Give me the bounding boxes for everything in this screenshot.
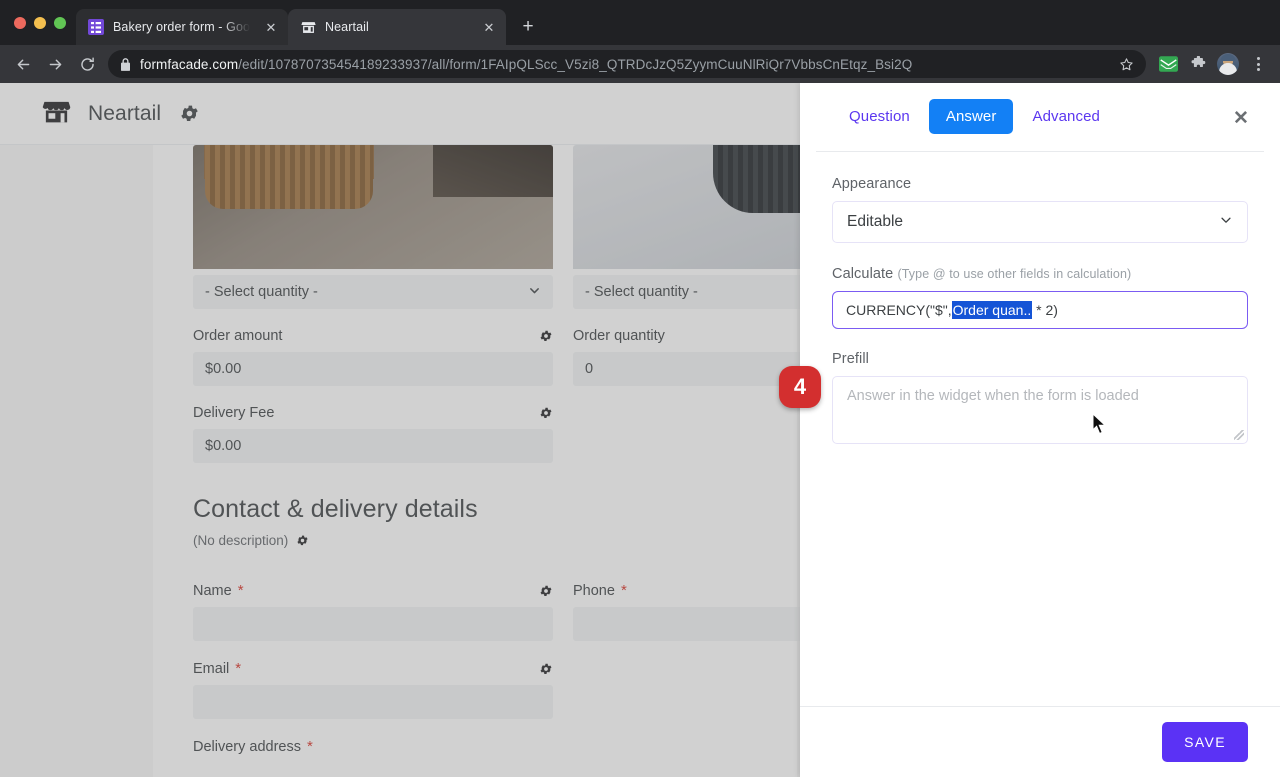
- tab-advanced[interactable]: Advanced: [1015, 99, 1117, 134]
- panel-body: Appearance Editable Calculate (Type @ to…: [800, 152, 1280, 706]
- appearance-value: Editable: [847, 213, 904, 230]
- resize-handle-icon[interactable]: [1234, 430, 1244, 440]
- calculate-expression-prefix: CURRENCY("$",: [846, 302, 952, 318]
- tab-title: Bakery order form - Google For: [113, 20, 253, 34]
- url-path: /edit/107870735454189233937/all/form/1FA…: [238, 56, 913, 72]
- mouse-cursor: [1092, 412, 1107, 440]
- browser-toolbar: formfacade.com/edit/10787073545418923393…: [0, 45, 1280, 83]
- appearance-label: Appearance: [832, 176, 912, 192]
- google-forms-icon: [88, 19, 104, 35]
- panel-footer: SAVE: [800, 706, 1280, 777]
- close-icon[interactable]: ✕: [1228, 105, 1254, 131]
- tab-answer[interactable]: Answer: [928, 99, 1014, 134]
- lock-icon: [120, 57, 131, 71]
- tab-title: Neartail: [325, 20, 369, 34]
- tab-question[interactable]: Question: [832, 99, 927, 134]
- close-icon[interactable]: ✕: [262, 18, 280, 36]
- browser-tab-neartail[interactable]: Neartail ✕: [288, 9, 506, 45]
- browser-menu-kebab-icon[interactable]: [1244, 50, 1272, 78]
- neartail-storefront-icon: [300, 19, 316, 35]
- bookmark-star-icon[interactable]: [1119, 57, 1134, 72]
- prefill-textarea[interactable]: Answer in the widget when the form is lo…: [832, 376, 1248, 444]
- url-host: formfacade.com: [140, 56, 239, 72]
- chevron-down-icon: [1219, 213, 1233, 232]
- prefill-placeholder: Answer in the widget when the form is lo…: [847, 388, 1139, 404]
- calculate-label: Calculate (Type @ to use other fields in…: [832, 266, 1248, 282]
- panel-tabs: Question Answer Advanced: [832, 99, 1248, 134]
- save-button[interactable]: SAVE: [1162, 722, 1248, 762]
- back-arrow-icon[interactable]: [8, 49, 38, 79]
- calculate-input[interactable]: CURRENCY("$", Order quan.. * 2): [832, 291, 1248, 329]
- address-bar[interactable]: formfacade.com/edit/10787073545418923393…: [108, 50, 1146, 78]
- panel-header: Question Answer Advanced ✕: [800, 83, 1280, 134]
- page-viewport: Neartail - Select quantity - Order amoun…: [0, 83, 1280, 777]
- field-reference-chip[interactable]: Order quan..: [951, 301, 1033, 319]
- forward-arrow-icon[interactable]: [40, 49, 70, 79]
- browser-tab-strip: Bakery order form - Google For ✕ Neartai…: [0, 0, 1280, 45]
- browser-window: Bakery order form - Google For ✕ Neartai…: [0, 0, 1280, 777]
- window-maximize-button[interactable]: [54, 16, 66, 29]
- close-icon[interactable]: ✕: [480, 18, 498, 36]
- appearance-select[interactable]: Editable: [832, 201, 1248, 243]
- calculate-expression-suffix: * 2): [1032, 302, 1058, 318]
- calculate-label-text: Calculate: [832, 266, 894, 282]
- step-badge-4: 4: [779, 366, 821, 408]
- browser-tab-bakery-order-form[interactable]: Bakery order form - Google For ✕: [76, 9, 288, 45]
- reload-icon[interactable]: [72, 49, 102, 79]
- prefill-label: Prefill: [832, 351, 869, 367]
- window-minimize-button[interactable]: [34, 16, 46, 29]
- field-settings-panel: Question Answer Advanced ✕ Appearance Ed…: [800, 83, 1280, 777]
- mail-icon[interactable]: [1154, 50, 1182, 78]
- calculate-hint: (Type @ to use other fields in calculati…: [897, 267, 1132, 281]
- url-text: formfacade.com/edit/10787073545418923393…: [140, 57, 912, 72]
- new-tab-button[interactable]: +: [514, 13, 542, 41]
- window-traffic-lights: [10, 0, 76, 45]
- profile-avatar[interactable]: [1214, 50, 1242, 78]
- window-close-button[interactable]: [14, 16, 26, 29]
- extensions-puzzle-icon[interactable]: [1184, 50, 1212, 78]
